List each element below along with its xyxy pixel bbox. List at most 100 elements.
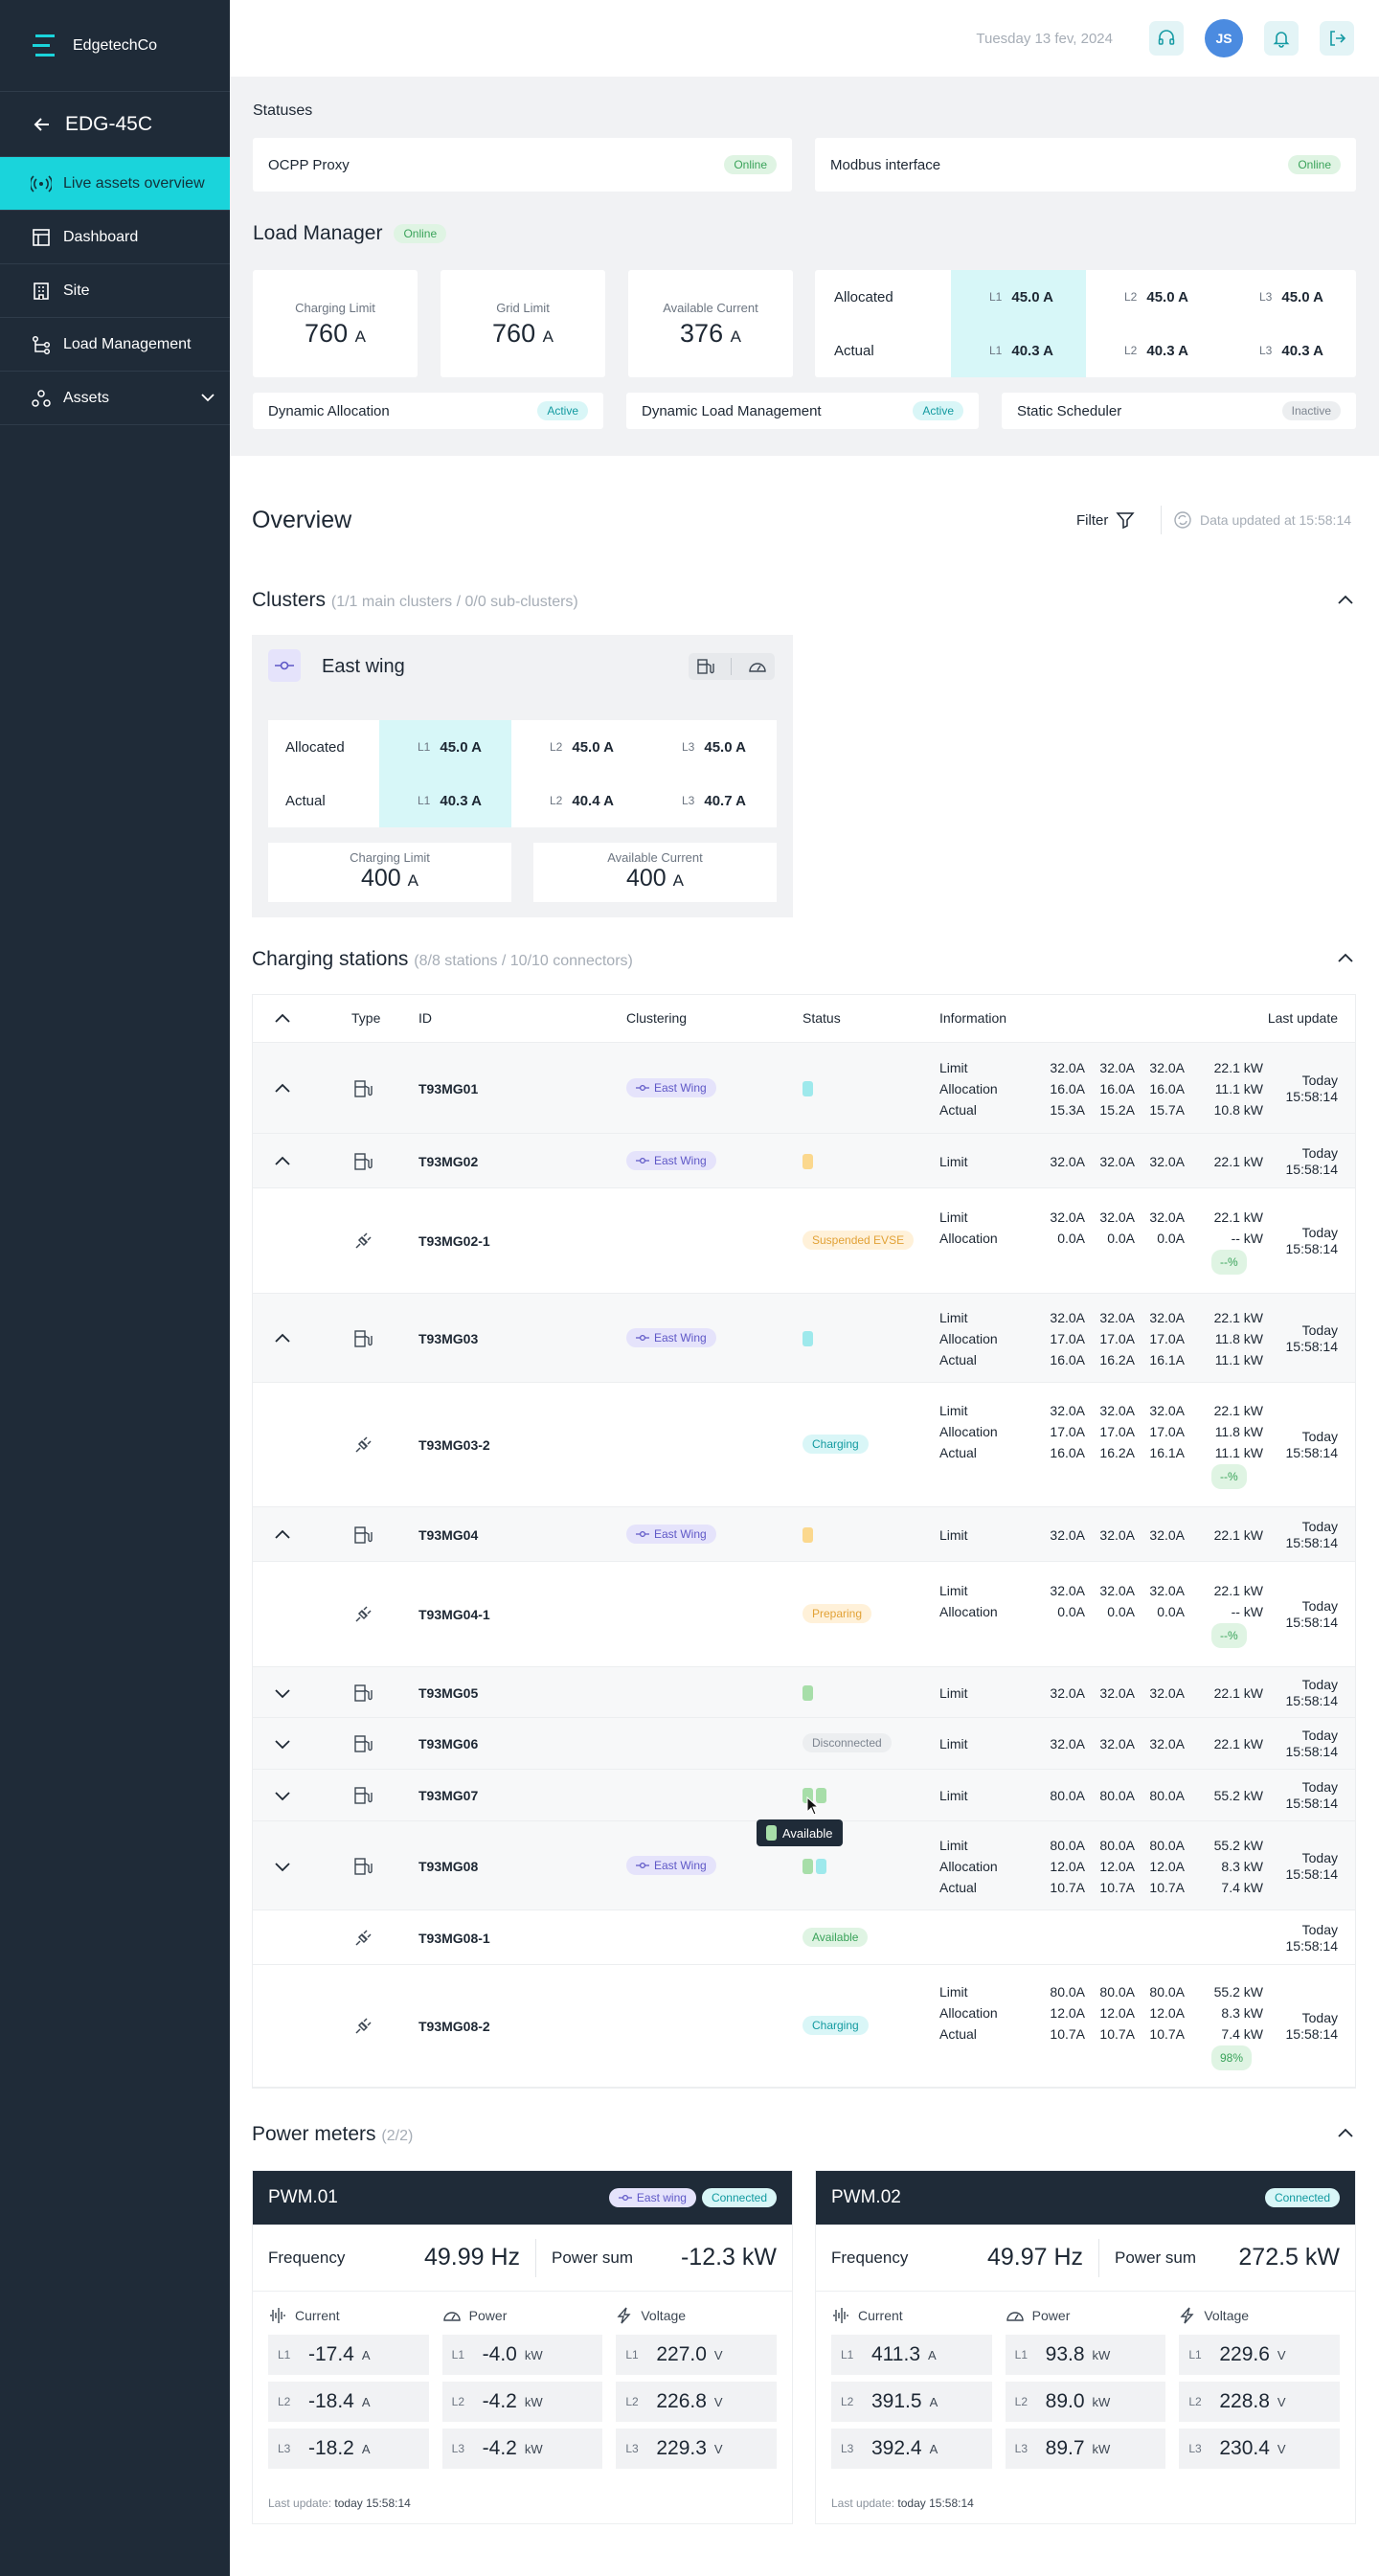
- info-l2: 17.0A: [1099, 1424, 1135, 1439]
- filter-label: Filter: [1076, 511, 1109, 529]
- station-id[interactable]: T93MG04: [418, 1526, 478, 1544]
- info-l1: 32.0A: [1050, 1526, 1085, 1543]
- station-id[interactable]: T93MG06: [418, 1735, 478, 1752]
- chevron-up-icon[interactable]: [1335, 590, 1356, 611]
- cluster-badge[interactable]: East Wing: [626, 1855, 716, 1875]
- info-label: Limit: [939, 1309, 968, 1325]
- chevron-up-icon[interactable]: [272, 1151, 293, 1172]
- table-row[interactable]: T93MG07 Limit 80.0A 80.0A 80.0A 55.2 kW Today 1…: [253, 1770, 1355, 1821]
- chevron-up-icon[interactable]: [272, 1525, 293, 1546]
- station-id[interactable]: T93MG04-1: [418, 1606, 490, 1623]
- info-l3: 0.0A: [1157, 1231, 1185, 1246]
- stations-table: Type ID Clustering Status Information La…: [252, 994, 1356, 2089]
- phase-value: 226.8: [656, 2390, 707, 2412]
- info-line: Actual 16.0A 16.2A 16.1A 11.1 kW: [939, 1442, 1263, 1463]
- gauge-icon[interactable]: [748, 658, 767, 675]
- column-label: Power: [468, 2308, 508, 2323]
- clusters-title: Clusters: [252, 589, 327, 611]
- chevron-down-icon[interactable]: [272, 1856, 293, 1877]
- phase-cell: L2 -18.4 A: [268, 2382, 429, 2422]
- last-update-day: Today: [1301, 1779, 1338, 1795]
- chevron-down-icon[interactable]: [272, 1785, 293, 1806]
- table-row[interactable]: T93MG02-1 Suspended EVSE Limit 32.0A 32.0A 32…: [253, 1188, 1355, 1294]
- chevron-up-icon[interactable]: [272, 1328, 293, 1349]
- col-id[interactable]: ID: [418, 1010, 432, 1026]
- col-status[interactable]: Status: [803, 1010, 841, 1026]
- info-l3: 0.0A: [1157, 1604, 1185, 1619]
- info-label: Allocation: [939, 1330, 998, 1346]
- cluster-badge[interactable]: East Wing: [626, 1150, 716, 1170]
- station-id[interactable]: T93MG03-2: [418, 1436, 490, 1454]
- info-l2: 32.0A: [1099, 1059, 1135, 1075]
- cluster-badge[interactable]: East wing: [608, 2188, 696, 2207]
- table-row[interactable]: T93MG02 East Wing Limit 32.0A 32.0A 32.0A 22.1…: [253, 1134, 1355, 1188]
- chevron-up-icon[interactable]: [272, 1008, 293, 1029]
- info-l1: 16.0A: [1050, 1445, 1085, 1460]
- notifications-button[interactable]: [1264, 21, 1299, 56]
- table-row[interactable]: T93MG08-1 Available Today 15:58:14: [253, 1910, 1355, 1965]
- chevron-down-icon[interactable]: [272, 1683, 293, 1704]
- info-l2: 16.2A: [1099, 1351, 1135, 1367]
- status-indicators[interactable]: [803, 1080, 816, 1096]
- support-button[interactable]: [1149, 21, 1184, 56]
- phase-cell: L3 -18.2 A: [268, 2429, 429, 2469]
- cluster-badge[interactable]: East Wing: [626, 1077, 716, 1097]
- row-label: Allocated: [834, 288, 893, 305]
- table-row[interactable]: T93MG05 Limit 32.0A 32.0A 32.0A 22.1 kW Today 1…: [253, 1667, 1355, 1718]
- status-indicators[interactable]: [803, 1153, 816, 1169]
- filter-button[interactable]: Filter: [1076, 510, 1135, 530]
- station-id[interactable]: T93MG05: [418, 1684, 478, 1702]
- chevron-down-icon[interactable]: [272, 1733, 293, 1754]
- col-last-update[interactable]: Last update: [1268, 1010, 1338, 1026]
- cluster-metric-charging-limit: Charging Limit 400 A: [268, 843, 511, 902]
- fuel-pump-icon[interactable]: [696, 658, 715, 675]
- table-row[interactable]: T93MG04 East Wing Limit 32.0A 32.0A 32.0A 22.1…: [253, 1507, 1355, 1562]
- sidebar-item-load-management[interactable]: Load Management: [0, 318, 230, 372]
- cluster-badge[interactable]: East Wing: [626, 1524, 716, 1544]
- station-id[interactable]: T93MG02-1: [418, 1232, 490, 1250]
- status-indicators[interactable]: [803, 1684, 816, 1701]
- unit: A: [928, 2347, 937, 2362]
- station-id[interactable]: T93MG08: [418, 1858, 478, 1875]
- chevron-up-icon[interactable]: [1335, 948, 1356, 969]
- table-row[interactable]: T93MG08-2 Charging Limit 80.0A 80.0A 80.0A 55.…: [253, 1965, 1355, 2088]
- table-row[interactable]: T93MG03-2 Charging Limit 32.0A 32.0A 32.0A 22.…: [253, 1383, 1355, 1507]
- station-id[interactable]: T93MG07: [418, 1787, 478, 1804]
- chevron-down-icon[interactable]: [199, 389, 216, 406]
- chevron-up-icon[interactable]: [272, 1078, 293, 1099]
- refresh-icon[interactable]: [1173, 510, 1192, 530]
- unit: A: [929, 2441, 938, 2456]
- table-row[interactable]: T93MG04-1 Preparing Limit 32.0A 32.0A 32.0A 22…: [253, 1562, 1355, 1667]
- sidebar-item-assets[interactable]: Assets: [0, 372, 230, 425]
- station-id[interactable]: T93MG08-1: [418, 1930, 490, 1947]
- status-indicators[interactable]: [803, 1526, 816, 1543]
- site-back-link[interactable]: EDG-45C: [0, 92, 230, 157]
- power-meter-summary: Frequency 49.99 Hz Power sum -12.3 kW: [253, 2225, 792, 2292]
- status-indicators[interactable]: [803, 1858, 829, 1874]
- sidebar-item-live-assets[interactable]: Live assets overview: [0, 157, 230, 211]
- chevron-up-icon[interactable]: [1335, 2123, 1356, 2144]
- station-id[interactable]: T93MG01: [418, 1080, 478, 1097]
- station-id[interactable]: T93MG02: [418, 1153, 478, 1170]
- frequency-value: 49.97 Hz: [986, 2244, 1083, 2271]
- metric-value: 400: [625, 865, 667, 892]
- status-indicators[interactable]: [803, 1330, 816, 1346]
- station-id[interactable]: T93MG03: [418, 1330, 478, 1347]
- col-type[interactable]: Type: [351, 1010, 380, 1026]
- sidebar-item-dashboard[interactable]: Dashboard: [0, 211, 230, 264]
- cluster-badge[interactable]: East Wing: [626, 1327, 716, 1347]
- phase-value: 227.0: [656, 2343, 707, 2365]
- table-row[interactable]: T93MG06 Disconnected Limit 32.0A 32.0A 32.0A 2…: [253, 1718, 1355, 1770]
- logout-button[interactable]: [1320, 21, 1354, 56]
- fuel-pump-icon: [354, 1329, 373, 1347]
- phase-cell: L1 227.0 V: [616, 2335, 778, 2375]
- col-information[interactable]: Information: [939, 1010, 1006, 1026]
- avatar[interactable]: JS: [1205, 19, 1243, 57]
- col-clustering[interactable]: Clustering: [626, 1010, 687, 1026]
- brand[interactable]: EdgetechCo: [0, 0, 230, 92]
- sidebar-item-site[interactable]: Site: [0, 264, 230, 318]
- table-row[interactable]: T93MG03 East Wing Limit 32.0A 32.0A 32.0A 22.1…: [253, 1294, 1355, 1383]
- cluster-name: East wing: [322, 656, 405, 677]
- table-row[interactable]: T93MG01 East Wing Limit 32.0A 32.0A 32.0A 22.1…: [253, 1043, 1355, 1134]
- station-id[interactable]: T93MG08-2: [418, 2018, 490, 2035]
